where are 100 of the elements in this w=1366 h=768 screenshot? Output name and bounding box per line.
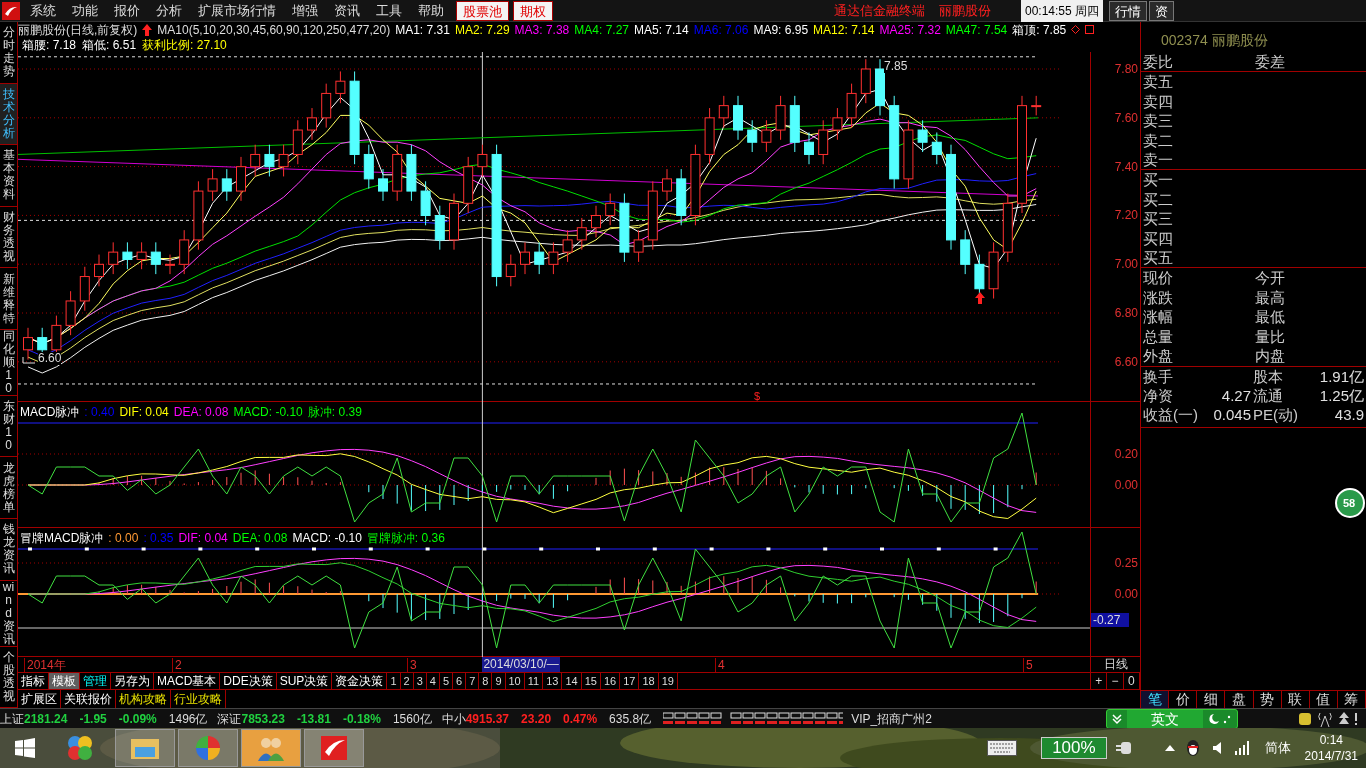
color-circles-icon[interactable] bbox=[65, 733, 95, 763]
chart-title: 丽鹏股份(日线,前复权) bbox=[18, 21, 138, 39]
order-level-label: 买五 bbox=[1143, 248, 1174, 268]
signal-bars-icon[interactable] bbox=[1234, 741, 1251, 755]
index-name: 深证 bbox=[217, 710, 242, 728]
number-tab[interactable]: 17 bbox=[620, 673, 640, 689]
field-label: 涨跌 bbox=[1143, 287, 1174, 308]
field-label: 净资 bbox=[1143, 385, 1174, 406]
number-tab[interactable]: 18 bbox=[639, 673, 659, 689]
menu-button[interactable]: 期权 bbox=[513, 0, 553, 21]
number-tab[interactable]: 13 bbox=[543, 673, 563, 689]
toolbar-button[interactable]: 行情 bbox=[1109, 0, 1147, 21]
menu-item[interactable]: 报价 bbox=[106, 0, 148, 21]
template-tab[interactable]: 另存为 bbox=[111, 673, 154, 689]
menu-item[interactable]: 功能 bbox=[64, 0, 106, 21]
side-tab[interactable]: 新维释特 bbox=[0, 268, 17, 330]
menu-item[interactable]: 工具 bbox=[368, 0, 410, 21]
field-value: 1.91亿 bbox=[1318, 366, 1364, 386]
taskbar-app-button[interactable] bbox=[304, 729, 364, 767]
menu-item[interactable]: 增强 bbox=[284, 0, 326, 21]
ma-value: MA6: 7.06 bbox=[693, 21, 749, 39]
index-change: -1.95 bbox=[79, 710, 107, 728]
menu-item[interactable]: 分析 bbox=[148, 0, 190, 21]
template-tab[interactable]: 模板 bbox=[49, 673, 80, 689]
battery-indicator[interactable]: 100% bbox=[1041, 737, 1107, 759]
stock-code-title: 002374 丽鹏股份 bbox=[1161, 30, 1268, 50]
order-level-label: 买二 bbox=[1143, 189, 1174, 210]
box-value: 获利比例: 27.10 bbox=[142, 37, 227, 54]
leader-line bbox=[22, 356, 36, 364]
side-tab[interactable]: 基本资料 bbox=[0, 145, 17, 207]
taskbar-clock[interactable]: 0:14 2014/7/31 bbox=[1304, 732, 1358, 764]
field-label: 内盘 bbox=[1255, 346, 1285, 366]
number-tab[interactable]: 11 bbox=[524, 673, 544, 689]
side-tab[interactable]: wind资讯 bbox=[0, 580, 17, 647]
menu-item[interactable]: 扩展市场行情 bbox=[190, 0, 284, 21]
side-tab[interactable]: 财务透视 bbox=[0, 206, 17, 269]
taskbar-app-button[interactable] bbox=[115, 729, 175, 767]
number-tab[interactable]: 6 bbox=[453, 673, 467, 689]
template-tab[interactable]: MACD基本 bbox=[154, 673, 221, 689]
indicator-value: 冒牌脉冲: 0.36 bbox=[366, 530, 445, 547]
index-name: 上证 bbox=[0, 710, 24, 728]
field-label: 今开 bbox=[1255, 268, 1285, 288]
field-value: 0.045 bbox=[1213, 406, 1251, 424]
template-tab[interactable]: 资金决策 bbox=[332, 673, 388, 689]
side-tab[interactable]: 东财10 bbox=[0, 395, 17, 458]
menu-item[interactable]: 系统 bbox=[22, 0, 64, 21]
zoom-button[interactable]: 0 bbox=[1123, 673, 1140, 689]
field-label: 最低 bbox=[1255, 307, 1285, 327]
order-level-label: 买一 bbox=[1143, 170, 1174, 190]
number-tab[interactable]: 16 bbox=[600, 673, 621, 689]
template-tab[interactable]: 管理 bbox=[80, 673, 111, 689]
number-tab[interactable]: 9 bbox=[492, 673, 506, 689]
side-tab[interactable]: 同化顺10 bbox=[0, 329, 17, 396]
toolbar-button[interactable]: 资 bbox=[1149, 0, 1174, 21]
taskbar-app-button[interactable] bbox=[241, 729, 301, 767]
arrow-up-icon bbox=[142, 23, 153, 36]
field-label: 现价 bbox=[1143, 268, 1174, 288]
field-label: 涨幅 bbox=[1143, 307, 1174, 327]
order-level-label: 买四 bbox=[1143, 228, 1174, 249]
ma-value: MA47: 7.54 bbox=[945, 21, 1008, 39]
number-tab[interactable]: 1 bbox=[387, 673, 401, 689]
caret-up-icon[interactable] bbox=[1164, 745, 1175, 751]
side-tab[interactable]: 龙虎榜单 bbox=[0, 457, 17, 519]
swoosh-icon bbox=[319, 734, 349, 762]
indicator-value: MACD脉冲 bbox=[20, 404, 80, 421]
pinwheel-icon bbox=[194, 734, 222, 762]
number-tab[interactable]: 10 bbox=[505, 673, 525, 689]
cursor-date: 2014/03/10/— bbox=[482, 657, 560, 672]
menu-item[interactable]: 资讯 bbox=[326, 0, 368, 21]
number-tab[interactable]: 7 bbox=[466, 673, 480, 689]
windows-logo-icon[interactable] bbox=[15, 738, 35, 758]
penguin-icon[interactable] bbox=[1184, 739, 1201, 757]
number-tab[interactable]: 3 bbox=[413, 673, 427, 689]
number-tab[interactable]: 4 bbox=[426, 673, 440, 689]
speaker-icon[interactable] bbox=[1212, 741, 1223, 755]
arrow-up-icon bbox=[975, 292, 985, 304]
field-label: 委差 bbox=[1255, 52, 1285, 72]
number-tab[interactable]: 2 bbox=[400, 673, 414, 689]
zoom-button[interactable]: − bbox=[1107, 673, 1124, 689]
side-tab[interactable]: 钱龙资讯 bbox=[0, 518, 17, 581]
number-tab[interactable]: 14 bbox=[562, 673, 582, 689]
date-label: 2014年 bbox=[24, 658, 66, 672]
number-tab[interactable]: 8 bbox=[479, 673, 493, 689]
side-tab[interactable]: 技术分析 bbox=[0, 83, 17, 146]
number-tab[interactable]: 19 bbox=[658, 673, 678, 689]
menu-button[interactable]: 股票池 bbox=[456, 0, 509, 21]
template-tab[interactable]: SUP决策 bbox=[276, 673, 333, 689]
number-tab[interactable]: 15 bbox=[581, 673, 601, 689]
ma-value: MA9: 6.95 bbox=[753, 21, 809, 39]
menu-item[interactable]: 帮助 bbox=[410, 0, 452, 21]
detail-tab[interactable]: 笔 bbox=[1141, 691, 1170, 708]
template-tab[interactable]: DDE决策 bbox=[220, 673, 277, 689]
number-tab[interactable]: 5 bbox=[439, 673, 453, 689]
language-indicator[interactable]: 简体 bbox=[1264, 738, 1291, 758]
keyboard-icon[interactable] bbox=[987, 740, 1018, 756]
notification-badge: 58 bbox=[1335, 488, 1365, 518]
axis-label: 7.60 bbox=[1114, 111, 1138, 124]
zoom-button[interactable]: + bbox=[1091, 673, 1108, 689]
index-percent: -0.09% bbox=[118, 710, 157, 728]
side-tab[interactable]: 分时走势 bbox=[0, 22, 17, 84]
